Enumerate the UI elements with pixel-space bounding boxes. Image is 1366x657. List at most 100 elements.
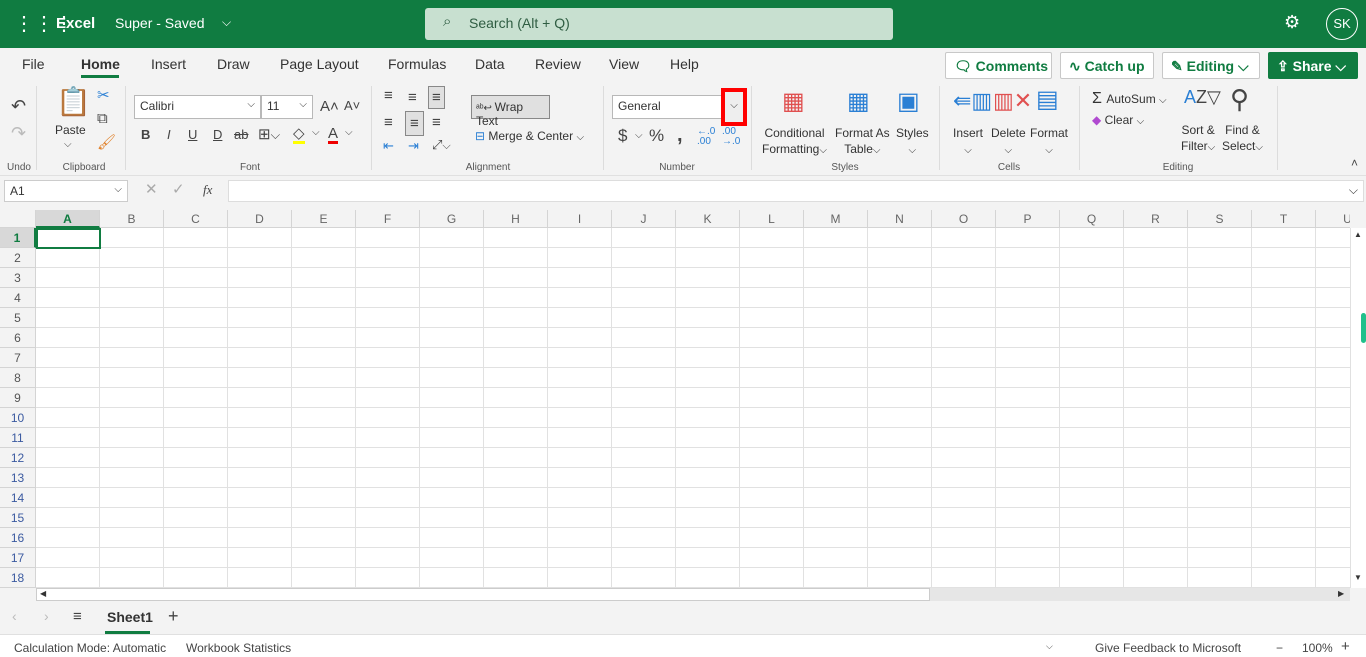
autosum-button[interactable]: Σ AutoSum ⌵ — [1092, 90, 1167, 108]
column-header-C[interactable]: C — [164, 210, 228, 228]
delete-cells-icon[interactable]: ▥✕ — [993, 90, 1032, 112]
prev-sheet-icon[interactable]: ‹ — [12, 609, 17, 623]
column-header-P[interactable]: P — [996, 210, 1060, 228]
magnifier-icon[interactable]: ⚲ — [1230, 86, 1249, 112]
calculation-mode[interactable]: Calculation Mode: Automatic — [14, 641, 166, 655]
orientation-icon[interactable]: ⤢⌵ — [432, 138, 451, 152]
all-sheets-menu-icon[interactable]: ≡ — [73, 609, 82, 624]
align-bottom-icon[interactable]: ≡ — [428, 86, 445, 109]
scroll-left-icon[interactable]: ◀ — [40, 589, 46, 598]
name-box[interactable]: A1 ⌵ — [4, 180, 128, 202]
align-right-icon[interactable]: ≡ — [432, 115, 441, 130]
cancel-icon[interactable]: ✕ — [145, 182, 158, 197]
double-underline-button[interactable]: D — [213, 128, 222, 141]
app-name[interactable]: Excel — [56, 15, 95, 32]
sort-filter-icon[interactable]: AZ▽ — [1184, 88, 1221, 106]
decrease-font-size-icon[interactable]: A˅ — [344, 99, 360, 112]
row-header-1[interactable]: 1 — [0, 228, 36, 248]
chevron-down-icon[interactable]: ⌵ — [64, 140, 72, 150]
italic-button[interactable]: I — [167, 128, 171, 141]
sheet-tab-sheet1[interactable]: Sheet1 — [107, 609, 153, 625]
column-header-L[interactable]: L — [740, 210, 804, 228]
paste-button[interactable]: Paste — [55, 123, 86, 137]
column-header-S[interactable]: S — [1188, 210, 1252, 228]
column-header-G[interactable]: G — [420, 210, 484, 228]
tab-formulas[interactable]: Formulas — [388, 56, 446, 72]
insert-cells-icon[interactable]: ⇚▥ — [953, 90, 992, 112]
column-header-I[interactable]: I — [548, 210, 612, 228]
zoom-level[interactable]: 100% — [1302, 641, 1333, 655]
conditional-formatting-button[interactable]: Conditional Formatting⌵ — [762, 125, 827, 159]
tab-file[interactable]: File — [22, 56, 45, 72]
align-center-icon[interactable]: ≡ — [405, 111, 424, 136]
scroll-down-icon[interactable]: ▼ — [1354, 573, 1362, 582]
fill-color-icon[interactable]: ◇ — [293, 126, 305, 144]
borders-icon[interactable]: ⊞⌵ — [258, 127, 280, 142]
column-header-J[interactable]: J — [612, 210, 676, 228]
catch-up-button[interactable]: ∿ Catch up — [1060, 52, 1154, 79]
formula-input[interactable]: ⌵ — [228, 180, 1364, 202]
cut-icon[interactable]: ✂ — [97, 88, 110, 103]
increase-indent-icon[interactable]: ⇥ — [408, 139, 419, 152]
column-header-H[interactable]: H — [484, 210, 548, 228]
row-header-6[interactable]: 6 — [0, 328, 36, 348]
tab-view[interactable]: View — [609, 56, 639, 72]
column-header-M[interactable]: M — [804, 210, 868, 228]
editing-mode-button[interactable]: ✎ Editing ⌵ — [1162, 52, 1260, 79]
currency-icon[interactable]: $ — [618, 127, 627, 144]
merge-center-button[interactable]: ⊟ Merge & Center ⌵ — [475, 129, 584, 143]
next-sheet-icon[interactable]: › — [44, 609, 49, 623]
row-header-17[interactable]: 17 — [0, 548, 36, 568]
row-header-7[interactable]: 7 — [0, 348, 36, 368]
insert-button[interactable]: Insert ⌵ — [953, 125, 983, 159]
row-header-12[interactable]: 12 — [0, 448, 36, 468]
row-header-14[interactable]: 14 — [0, 488, 36, 508]
align-middle-icon[interactable]: ≡ — [408, 90, 417, 105]
row-header-8[interactable]: 8 — [0, 368, 36, 388]
cell-styles-icon[interactable]: ▣ — [897, 90, 920, 114]
select-all-corner[interactable] — [0, 210, 36, 228]
increase-font-size-icon[interactable]: A˄ — [320, 99, 339, 114]
chevron-down-icon[interactable]: ⌵ — [345, 128, 353, 138]
column-header-E[interactable]: E — [292, 210, 356, 228]
column-header-R[interactable]: R — [1124, 210, 1188, 228]
tab-review[interactable]: Review — [535, 56, 581, 72]
strikethrough-button[interactable]: ab — [234, 128, 248, 141]
format-cells-icon[interactable]: ▤ — [1036, 88, 1059, 112]
row-header-13[interactable]: 13 — [0, 468, 36, 488]
row-header-3[interactable]: 3 — [0, 268, 36, 288]
format-button[interactable]: Format ⌵ — [1030, 125, 1068, 159]
chevron-down-icon[interactable]: ⌵ — [1046, 641, 1053, 652]
font-name-select[interactable]: Calibri ⌵ — [134, 95, 261, 119]
column-header-O[interactable]: O — [932, 210, 996, 228]
collapse-ribbon-icon[interactable]: ˄ — [1351, 157, 1358, 169]
align-top-icon[interactable]: ≡ — [384, 88, 393, 103]
format-as-table-icon[interactable]: ▦ — [847, 90, 870, 114]
selected-cell-a1[interactable] — [36, 228, 101, 249]
enter-check-icon[interactable]: ✓ — [172, 182, 185, 197]
decrease-indent-icon[interactable]: ⇤ — [383, 139, 394, 152]
comma-style-icon[interactable]: , — [677, 125, 683, 145]
font-size-select[interactable]: 11 ⌵ — [261, 95, 313, 119]
tab-home[interactable]: Home — [81, 56, 120, 72]
clear-button[interactable]: ◆ Clear ⌵ — [1092, 113, 1144, 127]
column-header-D[interactable]: D — [228, 210, 292, 228]
row-header-9[interactable]: 9 — [0, 388, 36, 408]
zoom-out-icon[interactable]: − — [1276, 641, 1283, 655]
conditional-formatting-icon[interactable]: ▦ — [782, 90, 805, 114]
row-header-10[interactable]: 10 — [0, 408, 36, 428]
comments-button[interactable]: 🗨 Comments — [945, 52, 1052, 79]
column-header-A[interactable]: A — [36, 210, 100, 228]
delete-button[interactable]: Delete ⌵ — [991, 125, 1026, 159]
column-header-F[interactable]: F — [356, 210, 420, 228]
column-header-B[interactable]: B — [100, 210, 164, 228]
wrap-text-button[interactable]: ᵃᵇ↩ Wrap Text — [471, 95, 550, 128]
feedback-link[interactable]: Give Feedback to Microsoft — [1095, 641, 1241, 655]
scroll-up-icon[interactable]: ▲ — [1354, 230, 1362, 239]
percent-icon[interactable]: % — [649, 127, 664, 144]
format-as-table-button[interactable]: Format As Table⌵ — [835, 125, 890, 159]
copy-icon[interactable]: ⧉ — [97, 111, 108, 126]
undo-icon[interactable]: ↶ — [11, 97, 26, 115]
number-format-dropdown-button[interactable]: ⌵ — [721, 88, 747, 126]
column-header-U[interactable]: U — [1316, 210, 1350, 228]
